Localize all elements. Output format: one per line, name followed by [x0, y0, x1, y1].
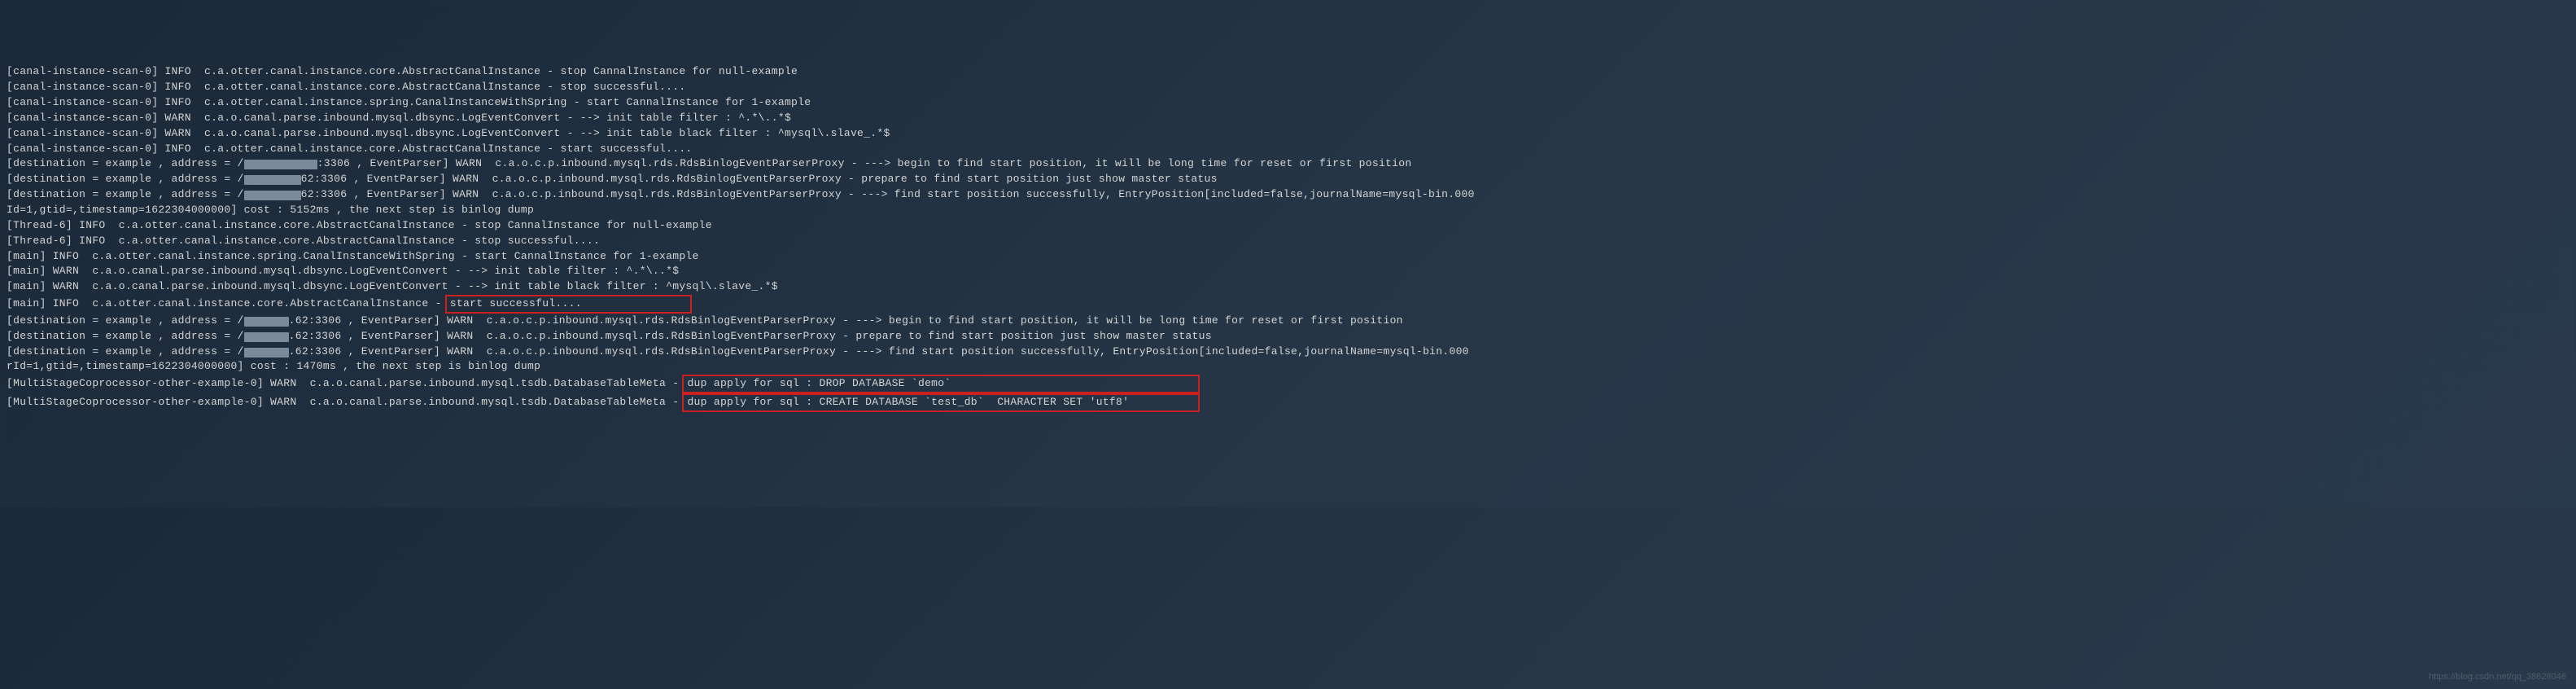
log-line: [destination = example , address = /.62:…: [7, 172, 2569, 187]
log-line: [canal-instance-scan-0] WARN c.a.o.canal…: [7, 111, 2569, 126]
log-text-segment: .62:3306 , EventParser] WARN c.a.o.c.p.i…: [289, 345, 1469, 358]
log-line: [destination = example , address = /.:33…: [7, 156, 2569, 172]
log-text-segment: [destination = example , address = /: [7, 314, 244, 327]
log-text: [canal-instance-scan-0] WARN c.a.o.canal…: [7, 127, 890, 139]
log-line: [main] INFO c.a.otter.canal.instance.cor…: [7, 295, 2569, 314]
log-text: [canal-instance-scan-0] INFO c.a.otter.c…: [7, 65, 804, 77]
log-line: [destination = example , address = /..62…: [7, 314, 2569, 329]
log-line: [main] INFO c.a.otter.canal.instance.spr…: [7, 249, 2569, 265]
redacted-ip: .: [244, 317, 289, 327]
highlighted-log-segment: dup apply for sql : CREATE DATABASE `tes…: [682, 393, 1200, 412]
log-text-segment: 62:3306 , EventParser] WARN c.a.o.c.p.in…: [301, 173, 1218, 185]
log-text-segment: [main] INFO c.a.otter.canal.instance.cor…: [7, 297, 448, 309]
log-text-segment: [destination = example , address = /: [7, 173, 244, 185]
watermark-text: https://blog.csdn.net/qq_38628046: [2429, 671, 2566, 684]
log-line: rId=1,gtid=,timestamp=1622304000000] cos…: [7, 359, 2569, 375]
log-text-segment: [MultiStageCoprocessor-other-example-0] …: [7, 396, 685, 408]
log-text: [main] INFO c.a.otter.canal.instance.spr…: [7, 250, 706, 262]
log-text: Id=1,gtid=,timestamp=1622304000000] cost…: [7, 204, 534, 216]
log-line: [main] WARN c.a.o.canal.parse.inbound.my…: [7, 279, 2569, 295]
log-line: [canal-instance-scan-0] INFO c.a.otter.c…: [7, 64, 2569, 80]
log-text-segment: .62:3306 , EventParser] WARN c.a.o.c.p.i…: [289, 330, 1212, 342]
log-text: rId=1,gtid=,timestamp=1622304000000] cos…: [7, 360, 540, 372]
log-text: [canal-instance-scan-0] INFO c.a.otter.c…: [7, 143, 693, 155]
highlighted-log-segment: start successful....: [445, 295, 693, 314]
log-text: [Thread-6] INFO c.a.otter.canal.instance…: [7, 219, 719, 231]
log-text: [main] WARN c.a.o.canal.parse.inbound.my…: [7, 280, 778, 292]
log-line: [canal-instance-scan-0] WARN c.a.o.canal…: [7, 126, 2569, 142]
redacted-ip: .: [244, 348, 289, 358]
log-line: [canal-instance-scan-0] INFO c.a.otter.c…: [7, 95, 2569, 111]
log-line: [MultiStageCoprocessor-other-example-0] …: [7, 375, 2569, 393]
redacted-ip: .: [244, 160, 317, 169]
redacted-ip: .: [244, 175, 301, 185]
log-text-segment: [destination = example , address = /: [7, 345, 244, 358]
log-line: Id=1,gtid=,timestamp=1622304000000] cost…: [7, 203, 2569, 218]
log-line: [Thread-6] INFO c.a.otter.canal.instance…: [7, 218, 2569, 234]
log-text: [Thread-6] INFO c.a.otter.canal.instance…: [7, 235, 600, 247]
redacted-ip: .: [244, 191, 301, 200]
log-text: [canal-instance-scan-0] WARN c.a.o.canal…: [7, 112, 791, 124]
log-text-segment: [destination = example , address = /: [7, 188, 244, 200]
log-text-segment: 62:3306 , EventParser] WARN c.a.o.c.p.in…: [301, 188, 1475, 200]
log-line: [MultiStageCoprocessor-other-example-0] …: [7, 393, 2569, 412]
log-line: [canal-instance-scan-0] INFO c.a.otter.c…: [7, 80, 2569, 95]
log-line: [main] WARN c.a.o.canal.parse.inbound.my…: [7, 264, 2569, 279]
log-text-segment: [destination = example , address = /: [7, 157, 244, 169]
log-line: [Thread-6] INFO c.a.otter.canal.instance…: [7, 234, 2569, 249]
log-line: [destination = example , address = /.62:…: [7, 187, 2569, 203]
log-text-segment: [MultiStageCoprocessor-other-example-0] …: [7, 377, 685, 389]
log-line: [canal-instance-scan-0] INFO c.a.otter.c…: [7, 142, 2569, 157]
log-text: [canal-instance-scan-0] INFO c.a.otter.c…: [7, 96, 817, 108]
log-text-segment: [destination = example , address = /: [7, 330, 244, 342]
log-line: [destination = example , address = /..62…: [7, 329, 2569, 344]
redacted-ip: .: [244, 332, 289, 342]
log-text: [canal-instance-scan-0] INFO c.a.otter.c…: [7, 81, 685, 93]
terminal-log-output: [canal-instance-scan-0] INFO c.a.otter.c…: [7, 64, 2569, 412]
log-text-segment: :3306 , EventParser] WARN c.a.o.c.p.inbo…: [317, 157, 1412, 169]
log-text: [main] WARN c.a.o.canal.parse.inbound.my…: [7, 265, 679, 277]
highlighted-log-segment: dup apply for sql : DROP DATABASE `demo`: [682, 375, 1200, 393]
log-text-segment: .62:3306 , EventParser] WARN c.a.o.c.p.i…: [289, 314, 1403, 327]
log-line: [destination = example , address = /..62…: [7, 344, 2569, 360]
